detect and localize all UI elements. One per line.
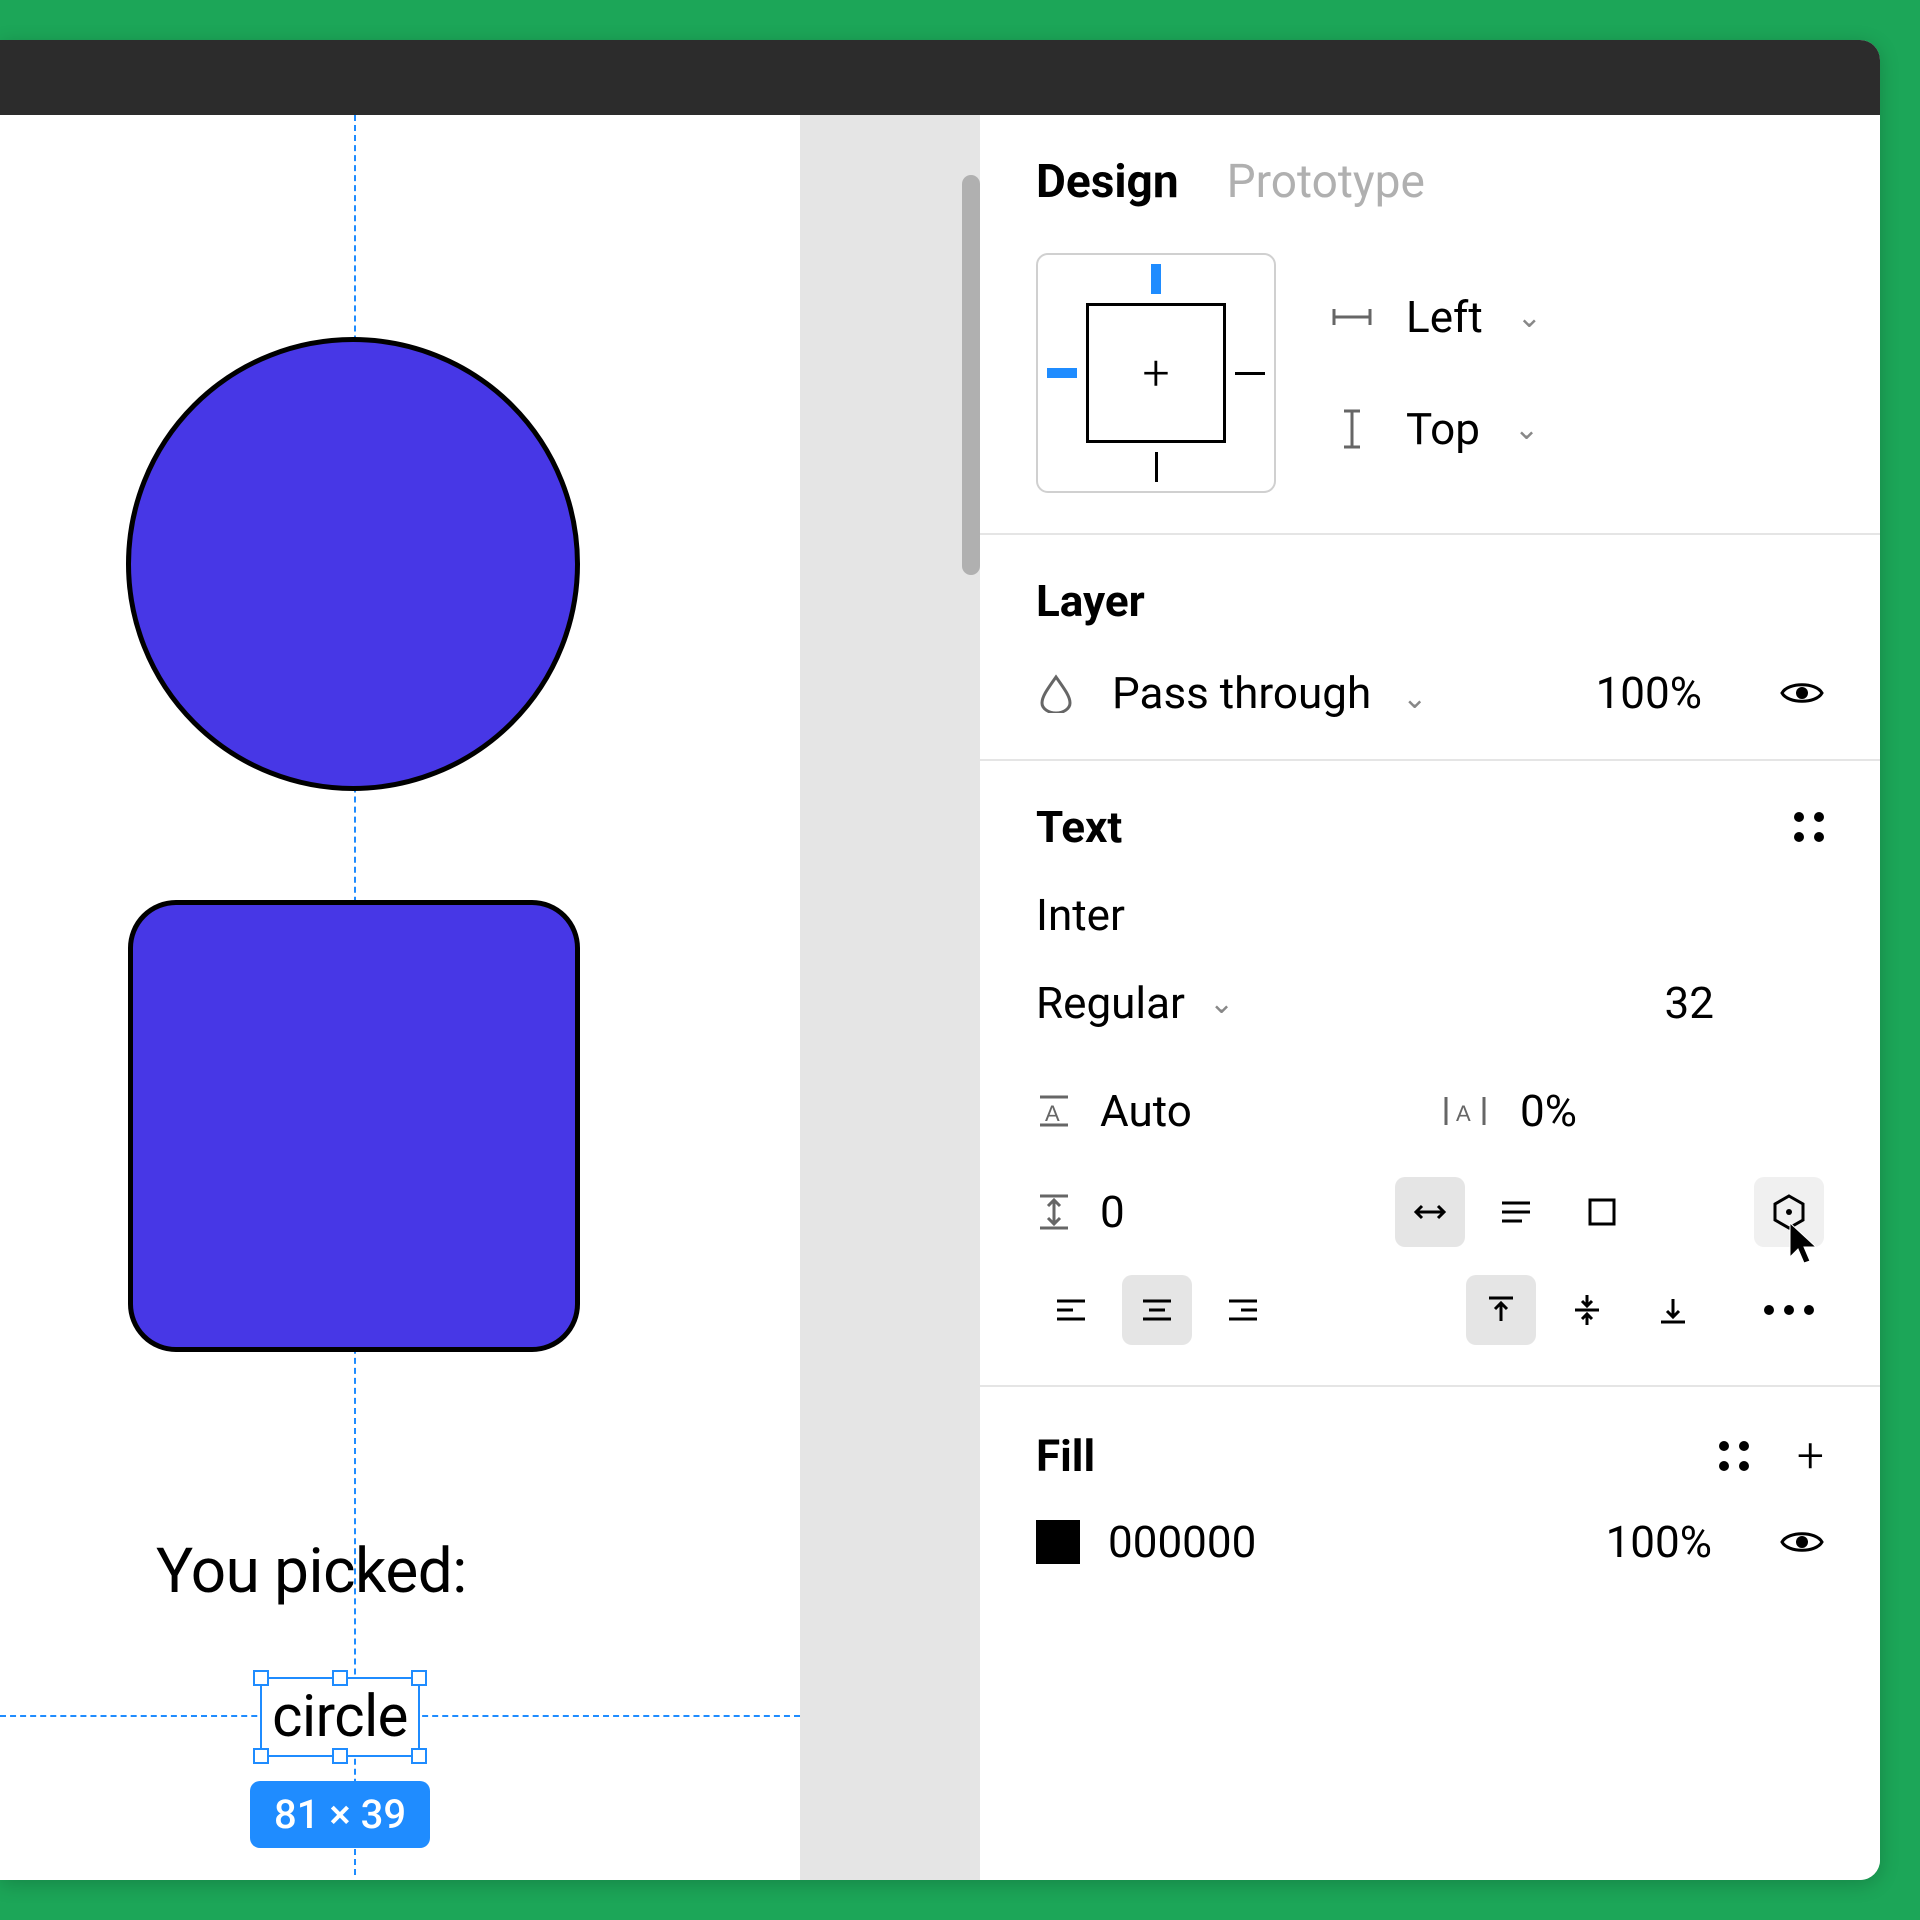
align-center-icon [1141, 1297, 1173, 1323]
text-styles-button[interactable] [1794, 812, 1824, 842]
resize-handle[interactable] [411, 1748, 427, 1764]
chevron-down-icon: ⌄ [1209, 986, 1234, 1021]
fill-visibility-toggle[interactable] [1780, 1527, 1824, 1557]
vertical-constraint-icon [1332, 409, 1372, 449]
line-height-icon: A [1036, 1093, 1072, 1129]
chevron-down-icon: ⌄ [1402, 681, 1427, 716]
auto-height-icon [1498, 1197, 1534, 1227]
canvas-text-label[interactable]: You picked: [156, 1535, 467, 1608]
layer-section: Layer Pass through ⌄ 100% [980, 533, 1880, 759]
canvas-shape-rounded-rect[interactable] [128, 900, 580, 1352]
fill-section-title: Fill [1036, 1430, 1095, 1482]
eye-icon [1780, 678, 1824, 708]
letter-spacing-icon: A [1442, 1093, 1492, 1129]
text-align-right-button[interactable] [1208, 1275, 1278, 1345]
align-right-icon [1227, 1297, 1259, 1323]
font-size-input[interactable]: 32 [1665, 977, 1824, 1029]
scrollbar-thumb[interactable] [962, 175, 980, 575]
blend-mode-value: Pass through [1112, 667, 1371, 719]
constraints-section: + Left [980, 245, 1880, 533]
more-icon [1764, 1305, 1814, 1315]
resize-handle[interactable] [253, 1748, 269, 1764]
horizontal-constraint-value: Left [1406, 291, 1483, 343]
text-section: Text Inter Regular ⌄ 32 [980, 759, 1880, 1385]
scrollbar-track [800, 115, 980, 1880]
font-weight-dropdown[interactable]: Regular ⌄ [1036, 977, 1234, 1029]
text-section-title: Text [1036, 801, 1122, 853]
fill-color-swatch[interactable] [1036, 1520, 1080, 1564]
chevron-down-icon: ⌄ [1517, 300, 1542, 335]
app-window: You picked: circle 81 × 39 [0, 40, 1880, 1880]
paragraph-spacing-icon [1036, 1192, 1072, 1232]
paragraph-spacing-input[interactable]: 0 [1100, 1186, 1125, 1238]
resize-handle[interactable] [411, 1670, 427, 1686]
tab-design[interactable]: Design [1036, 155, 1179, 209]
properties-panel: Design Prototype + [980, 115, 1880, 1880]
font-family-dropdown[interactable]: Inter [1036, 889, 1824, 941]
align-left-icon [1055, 1297, 1087, 1323]
resize-fixed-button[interactable] [1567, 1177, 1637, 1247]
text-align-center-button[interactable] [1122, 1275, 1192, 1345]
vertical-constraint-value: Top [1406, 403, 1480, 455]
letter-spacing-input[interactable]: 0% [1520, 1085, 1577, 1137]
svg-text:A: A [1456, 1101, 1471, 1126]
font-weight-value: Regular [1036, 977, 1185, 1029]
selection-dimensions-badge: 81 × 39 [250, 1781, 430, 1848]
horizontal-constraint-dropdown[interactable]: Left ⌄ [1332, 291, 1824, 343]
chevron-down-icon: ⌄ [1514, 412, 1539, 447]
vertical-constraint-dropdown[interactable]: Top ⌄ [1332, 403, 1824, 455]
visibility-toggle[interactable] [1780, 678, 1824, 708]
resize-handle[interactable] [253, 1670, 269, 1686]
resize-auto-width-button[interactable] [1395, 1177, 1465, 1247]
fixed-size-icon [1587, 1197, 1617, 1227]
auto-width-icon [1410, 1200, 1450, 1224]
align-bottom-icon [1659, 1295, 1687, 1325]
eye-icon [1780, 1527, 1824, 1557]
tab-prototype[interactable]: Prototype [1227, 155, 1425, 209]
canvas-shape-circle[interactable] [126, 337, 580, 791]
cursor-icon [1788, 1221, 1820, 1265]
svg-text:A: A [1045, 1101, 1060, 1126]
fill-styles-button[interactable] [1719, 1441, 1749, 1471]
selected-text-element[interactable]: circle [260, 1677, 420, 1757]
horizontal-constraint-icon [1332, 297, 1372, 337]
selected-text-content: circle [272, 1683, 408, 1751]
text-align-left-button[interactable] [1036, 1275, 1106, 1345]
window-titlebar [0, 40, 1880, 115]
text-align-middle-button[interactable] [1552, 1275, 1622, 1345]
text-align-bottom-button[interactable] [1638, 1275, 1708, 1345]
fill-section: Fill + 000000 100% [980, 1385, 1880, 1608]
resize-handle[interactable] [332, 1748, 348, 1764]
fill-opacity-input[interactable]: 100% [1606, 1516, 1712, 1568]
resize-auto-height-button[interactable] [1481, 1177, 1551, 1247]
canvas[interactable]: You picked: circle 81 × 39 [0, 115, 800, 1880]
align-top-icon [1487, 1295, 1515, 1325]
line-height-input[interactable]: Auto [1100, 1085, 1192, 1137]
fill-hex-input[interactable]: 000000 [1108, 1516, 1256, 1568]
text-align-top-button[interactable] [1466, 1275, 1536, 1345]
resize-handle[interactable] [332, 1670, 348, 1686]
align-middle-icon [1573, 1293, 1601, 1327]
add-fill-button[interactable]: + [1797, 1427, 1824, 1484]
blend-mode-icon [1036, 673, 1076, 713]
constraints-widget[interactable]: + [1036, 253, 1276, 493]
layer-opacity-input[interactable]: 100% [1596, 667, 1702, 719]
blend-mode-dropdown[interactable]: Pass through ⌄ [1112, 667, 1427, 719]
layer-section-title: Layer [1036, 575, 1824, 627]
more-text-options-button[interactable] [1754, 1275, 1824, 1345]
